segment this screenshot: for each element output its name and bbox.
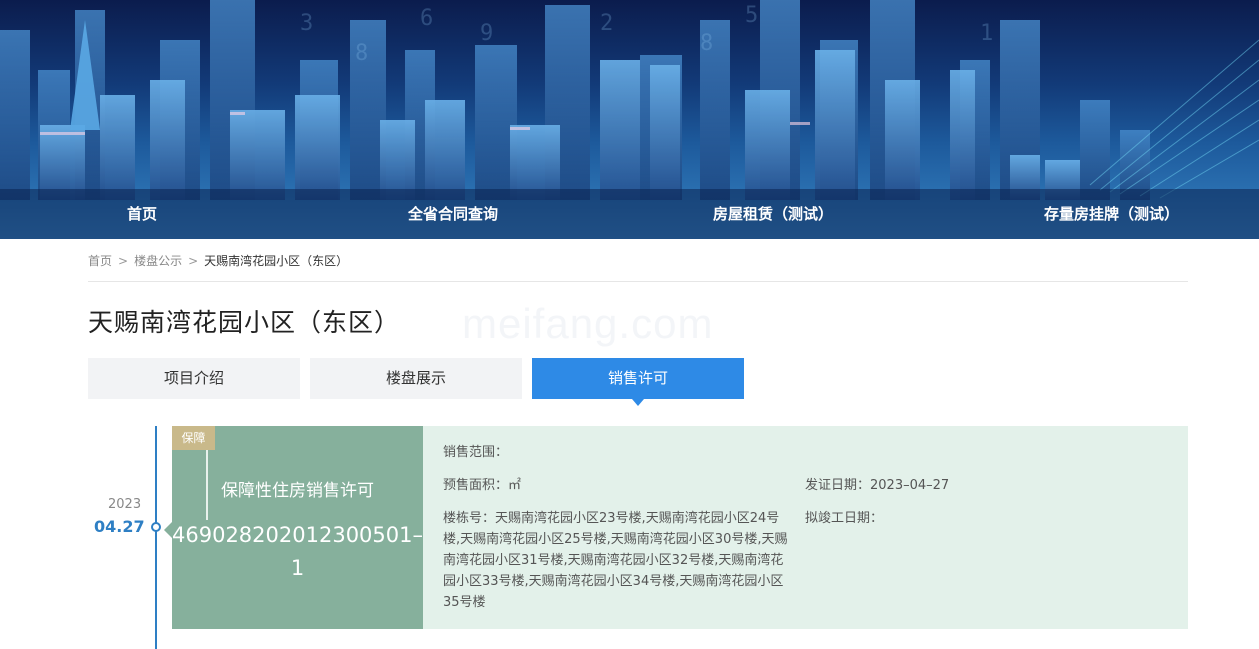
svg-text:3: 3 [300,11,313,36]
divider [88,281,1188,282]
breadcrumb-home[interactable]: 首页 [88,254,112,268]
breadcrumb-section[interactable]: 楼盘公示 [134,254,182,268]
breadcrumb: 首页 > 楼盘公示 > 天赐南湾花园小区（东区） [88,252,348,269]
sales-scope-label: 销售范围： [443,445,509,460]
completion-date-label: 拟竣工日期： [805,511,884,526]
sales-scope-field: 销售范围： [443,442,508,463]
nav-rental[interactable]: 房屋租赁（测试） [713,189,833,239]
watermark: meifang.com [462,300,714,347]
tab-project-intro[interactable]: 项目介绍 [88,358,300,399]
permit-title: 保障性住房销售许可 [221,481,374,501]
breadcrumb-current: 天赐南湾花园小区（东区） [204,254,349,268]
permit-type-badge: 保障 [172,426,215,450]
svg-text:1: 1 [980,21,993,46]
completion-date-field: 拟竣工日期： [805,508,883,529]
header-banner: 3 8 6 9 2 8 5 1 首页 全省合同查询 房屋租赁（测试） 存量房挂牌（测试） [0,0,1259,239]
permit-card-details: 销售范围： 预售面积：㎡ 发证日期：2023–04–27 楼栋号：天赐南湾花园小… [423,426,1188,629]
svg-text:5: 5 [745,3,758,28]
nav-home[interactable]: 首页 [127,189,157,239]
main-nav: 首页 全省合同查询 房屋租赁（测试） 存量房挂牌（测试） [0,189,1259,239]
buildings-field: 楼栋号：天赐南湾花园小区23号楼,天赐南湾花园小区24号楼,天赐南湾花园小区25… [443,508,793,613]
presale-area-value: ㎡ [508,478,522,493]
timeline-line [155,426,157,649]
presale-area-field: 预售面积：㎡ [443,475,521,496]
breadcrumb-separator: > [188,254,199,268]
tab-building-display[interactable]: 楼盘展示 [310,358,522,399]
breadcrumb-separator: > [118,254,129,268]
permit-card-summary[interactable]: 保障 保障性住房销售许可 4690282020123005​01–1 [164,426,423,629]
issue-date-label: 发证日期： [805,478,871,493]
page-title: 天赐南湾花园小区（东区） [88,308,401,337]
tab-sales-permit[interactable]: 销售许可 [532,358,744,406]
presale-area-label: 预售面积： [443,478,509,493]
timeline-dot [151,522,161,532]
timeline-date: 04.27 [94,517,145,536]
nav-listing[interactable]: 存量房挂牌（测试） [1044,189,1179,239]
permit-number: 4690282020123005​01–1 [172,523,423,580]
svg-text:2: 2 [600,11,613,36]
svg-text:8: 8 [355,41,368,66]
issue-date-field: 发证日期：2023–04–27 [805,475,949,496]
svg-text:9: 9 [480,21,493,46]
svg-text:8: 8 [700,31,713,56]
issue-date-value: 2023–04–27 [870,478,950,493]
buildings-label: 楼栋号： [443,511,496,526]
buildings-value: 天赐南湾花园小区23号楼,天赐南湾花园小区24号楼,天赐南湾花园小区25号楼,天… [443,511,788,610]
svg-text:6: 6 [420,6,433,31]
nav-contract-query[interactable]: 全省合同查询 [408,189,498,239]
timeline-year: 2023 [108,497,142,512]
